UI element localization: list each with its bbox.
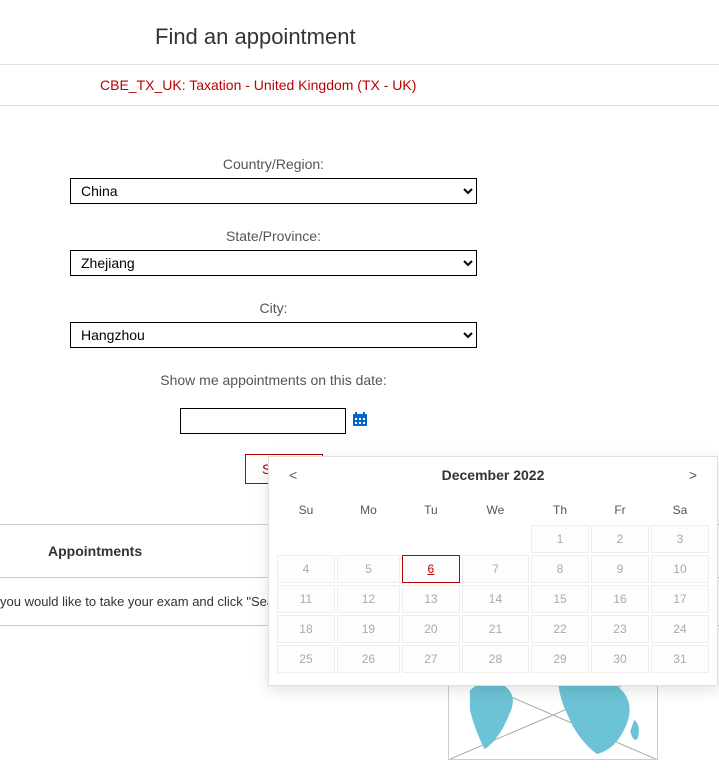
- city-select[interactable]: Hangzhou: [70, 322, 477, 348]
- date-label: Show me appointments on this date:: [70, 372, 477, 388]
- calendar-day-cell[interactable]: 16: [591, 585, 649, 613]
- calendar-grid: SuMoTuWeThFrSa 1234567891011121314151617…: [269, 491, 717, 685]
- state-select[interactable]: Zhejiang: [70, 250, 477, 276]
- calendar-icon[interactable]: [352, 411, 368, 432]
- calendar-day-cell[interactable]: 22: [531, 615, 589, 643]
- calendar-day-cell[interactable]: 21: [462, 615, 529, 643]
- calendar-day-cell[interactable]: 23: [591, 615, 649, 643]
- search-form: Country/Region: China State/Province: Zh…: [0, 116, 660, 504]
- calendar-day-cell[interactable]: 25: [277, 645, 335, 673]
- calendar-prev-button[interactable]: <: [285, 467, 301, 483]
- calendar-day-cell[interactable]: 24: [651, 615, 709, 643]
- calendar-day-cell[interactable]: 13: [402, 585, 460, 613]
- calendar-empty-cell: [402, 525, 460, 553]
- calendar-day-header: Th: [531, 497, 589, 523]
- calendar-day-header: Sa: [651, 497, 709, 523]
- calendar-day-cell[interactable]: 18: [277, 615, 335, 643]
- calendar-day-header: Mo: [337, 497, 400, 523]
- calendar-day-cell[interactable]: 27: [402, 645, 460, 673]
- calendar-day-cell[interactable]: 6: [402, 555, 460, 583]
- state-label: State/Province:: [70, 228, 477, 244]
- calendar-day-cell[interactable]: 10: [651, 555, 709, 583]
- calendar-empty-cell: [462, 525, 529, 553]
- calendar-empty-cell: [277, 525, 335, 553]
- calendar-day-header: Tu: [402, 497, 460, 523]
- calendar-day-header: Fr: [591, 497, 649, 523]
- country-select[interactable]: China: [70, 178, 477, 204]
- calendar-day-cell[interactable]: 12: [337, 585, 400, 613]
- calendar-day-cell[interactable]: 29: [531, 645, 589, 673]
- calendar-popup: < December 2022 > SuMoTuWeThFrSa 1234567…: [268, 456, 718, 686]
- calendar-day-cell[interactable]: 5: [337, 555, 400, 583]
- calendar-day-cell[interactable]: 31: [651, 645, 709, 673]
- calendar-day-cell[interactable]: 28: [462, 645, 529, 673]
- calendar-day-cell[interactable]: 2: [591, 525, 649, 553]
- calendar-day-cell[interactable]: 3: [651, 525, 709, 553]
- page-title: Find an appointment: [0, 0, 719, 65]
- country-label: Country/Region:: [70, 156, 477, 172]
- exam-label: CBE_TX_UK: Taxation - United Kingdom (TX…: [0, 65, 719, 106]
- calendar-day-cell[interactable]: 30: [591, 645, 649, 673]
- city-label: City:: [70, 300, 477, 316]
- calendar-day-cell[interactable]: 11: [277, 585, 335, 613]
- calendar-day-cell[interactable]: 8: [531, 555, 589, 583]
- calendar-next-button[interactable]: >: [685, 467, 701, 483]
- calendar-day-cell[interactable]: 14: [462, 585, 529, 613]
- calendar-day-cell[interactable]: 26: [337, 645, 400, 673]
- calendar-title: December 2022: [301, 467, 685, 483]
- calendar-day-cell[interactable]: 15: [531, 585, 589, 613]
- calendar-day-cell[interactable]: 7: [462, 555, 529, 583]
- calendar-empty-cell: [337, 525, 400, 553]
- calendar-day-header: We: [462, 497, 529, 523]
- calendar-day-cell[interactable]: 9: [591, 555, 649, 583]
- date-input[interactable]: [180, 408, 346, 434]
- calendar-day-cell[interactable]: 1: [531, 525, 589, 553]
- calendar-day-cell[interactable]: 19: [337, 615, 400, 643]
- calendar-day-cell[interactable]: 20: [402, 615, 460, 643]
- calendar-day-header: Su: [277, 497, 335, 523]
- calendar-day-cell[interactable]: 4: [277, 555, 335, 583]
- calendar-day-cell[interactable]: 17: [651, 585, 709, 613]
